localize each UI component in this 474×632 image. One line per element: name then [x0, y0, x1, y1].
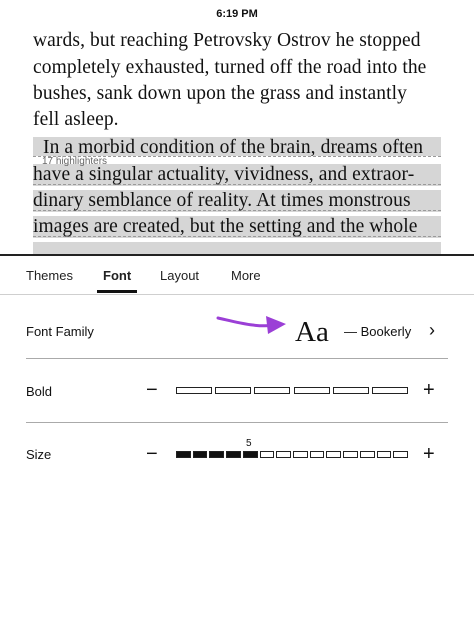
- book-text-line: fell asleep.: [33, 109, 119, 130]
- slider-segment[interactable]: [176, 387, 213, 394]
- book-text-line: images are created, but the setting and …: [33, 216, 418, 237]
- slider-segment[interactable]: [371, 387, 408, 394]
- slider-segment[interactable]: [376, 451, 392, 458]
- slider-segment[interactable]: [215, 387, 252, 394]
- slider-segment[interactable]: [293, 451, 308, 458]
- settings-tabs: Themes Font Layout More: [0, 256, 474, 295]
- slider-segment[interactable]: [293, 387, 330, 394]
- size-label: Size: [26, 447, 52, 462]
- slider-segment[interactable]: [276, 451, 291, 458]
- highlight-band: [33, 242, 441, 254]
- display-settings-panel: Themes Font Layout More Font Family Aa —…: [0, 254, 474, 632]
- slider-segment[interactable]: [259, 451, 275, 458]
- status-bar: 6:19 PM: [0, 0, 474, 26]
- book-text-line: dinary semblance of reality. At times mo…: [33, 190, 411, 211]
- slider-segment[interactable]: [393, 451, 408, 458]
- active-tab-indicator: [97, 290, 137, 293]
- pointer-arrow-icon: [216, 316, 286, 334]
- slider-segment[interactable]: [254, 387, 291, 394]
- slider-segment[interactable]: [209, 451, 225, 458]
- font-family-label: Font Family: [26, 324, 94, 339]
- bold-label: Bold: [26, 384, 53, 399]
- slider-segment[interactable]: [192, 451, 208, 458]
- slider-segment[interactable]: [332, 387, 369, 394]
- bold-increase-button[interactable]: +: [423, 380, 435, 400]
- slider-segment[interactable]: [343, 451, 358, 458]
- slider-segment[interactable]: [176, 451, 191, 458]
- tab-themes[interactable]: Themes: [26, 268, 73, 283]
- divider: [26, 358, 448, 359]
- book-text-line: bushes, sank down upon the grass and ins…: [33, 83, 407, 104]
- slider-segment[interactable]: [226, 451, 241, 458]
- size-increase-button[interactable]: +: [423, 444, 435, 464]
- book-text-line: completely exhausted, turned off the roa…: [33, 57, 427, 78]
- font-family-value: — Bookerly: [344, 324, 412, 339]
- slider-segment[interactable]: [359, 451, 375, 458]
- size-value: 5: [246, 438, 252, 449]
- slider-segment[interactable]: [309, 451, 325, 458]
- book-text-line: wards, but reaching Petrovsky Ostrov he …: [33, 30, 421, 51]
- slider-segment[interactable]: [242, 451, 258, 458]
- chevron-right-icon[interactable]: ›: [429, 320, 435, 341]
- slider-segment[interactable]: [326, 451, 342, 458]
- tab-layout[interactable]: Layout: [160, 268, 199, 283]
- popular-highlight-label: 17 highlighters: [42, 156, 108, 167]
- tab-font[interactable]: Font: [103, 268, 131, 283]
- size-decrease-button[interactable]: −: [146, 444, 158, 464]
- book-page[interactable]: wards, but reaching Petrovsky Ostrov he …: [0, 26, 474, 254]
- divider: [26, 422, 448, 423]
- font-sample: Aa: [295, 316, 329, 348]
- bold-decrease-button[interactable]: −: [146, 380, 158, 400]
- tab-more[interactable]: More: [231, 268, 261, 283]
- status-time: 6:19 PM: [216, 8, 258, 20]
